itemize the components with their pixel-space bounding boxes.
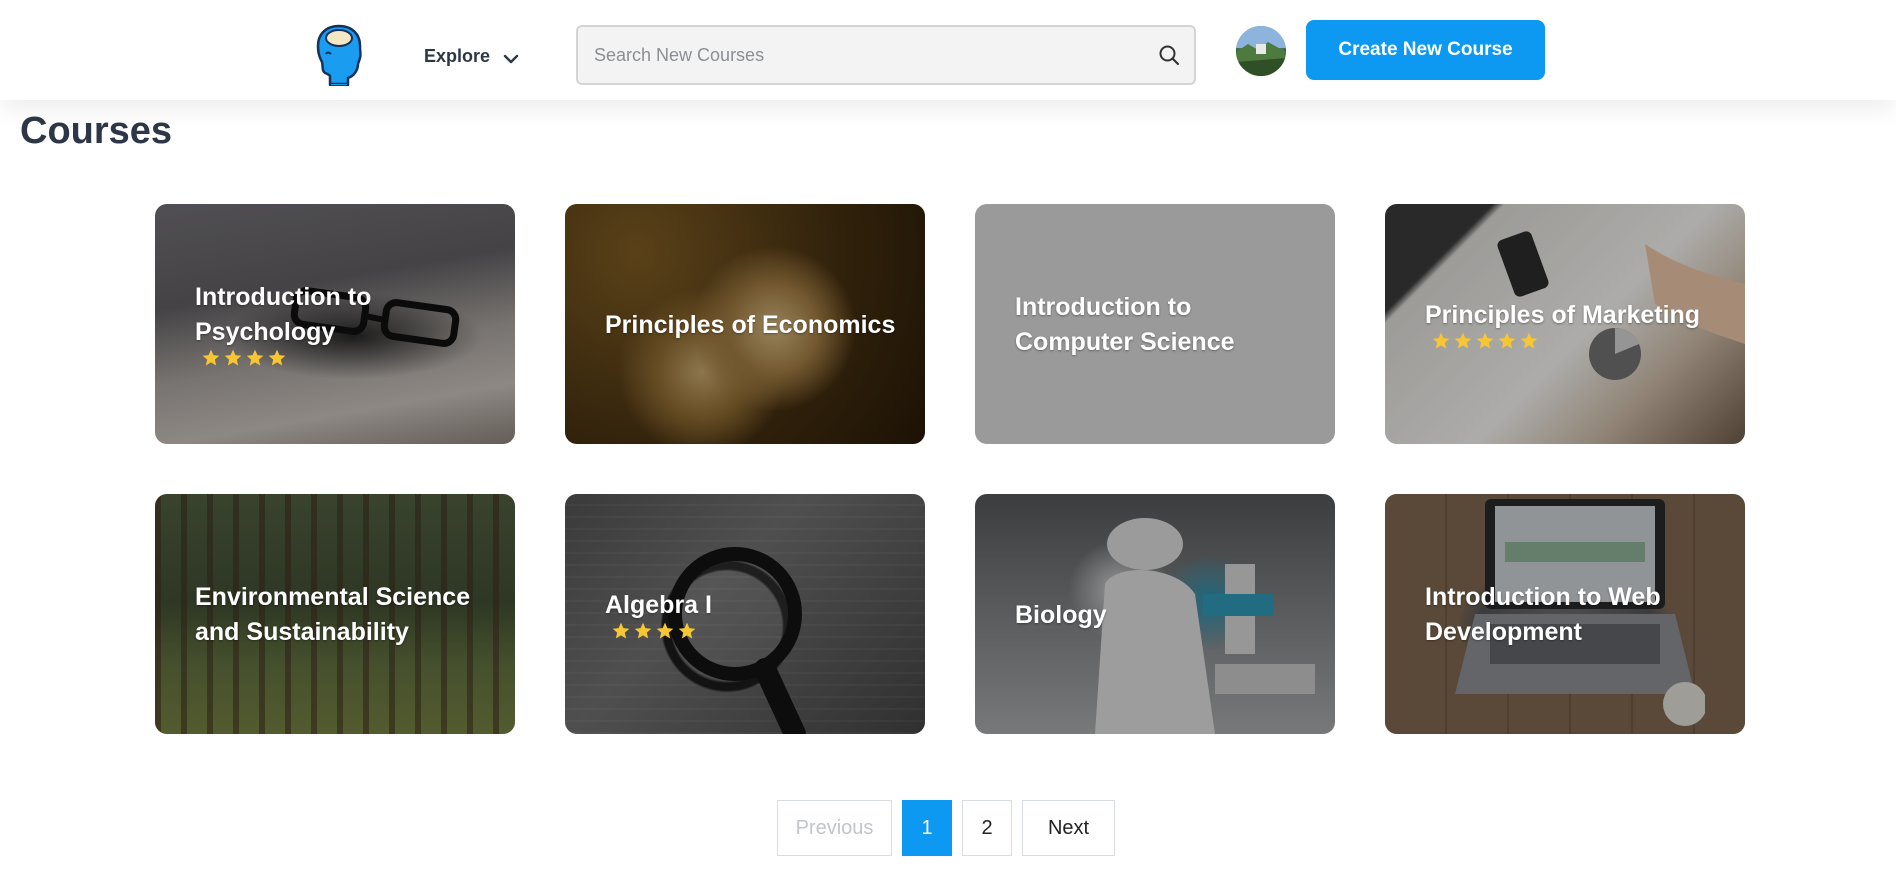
course-card[interactable]: Principles of Marketing	[1385, 204, 1745, 444]
course-title: Introduction to Web Development	[1425, 583, 1661, 646]
course-card[interactable]: Algebra I	[565, 494, 925, 734]
course-card[interactable]: Introduction to Psychology	[155, 204, 515, 444]
search-icon[interactable]	[1158, 44, 1180, 66]
course-title: Introduction to Psychology	[195, 283, 372, 346]
course-title: Introduction to Computer Science	[1015, 293, 1235, 356]
rating-stars	[611, 621, 901, 641]
pagination: Previous 1 2 Next	[777, 800, 1115, 856]
course-title: Environmental Science and Sustainability	[195, 583, 471, 646]
course-title: Biology	[1015, 600, 1107, 629]
star-icon	[268, 349, 286, 366]
star-icon	[1432, 332, 1450, 348]
course-card[interactable]: Environmental Science and Sustainability	[155, 494, 515, 734]
star-icon	[1520, 332, 1538, 348]
course-title: Principles of Economics	[605, 310, 896, 339]
explore-menu[interactable]: Explore	[424, 44, 520, 68]
course-card[interactable]: Biology	[975, 494, 1335, 734]
create-new-course-button[interactable]: Create New Course	[1306, 20, 1545, 80]
page-2-button[interactable]: 2	[962, 800, 1012, 856]
star-icon	[224, 349, 242, 366]
chevron-down-icon	[503, 54, 519, 64]
user-avatar[interactable]	[1236, 26, 1286, 76]
card-content: Introduction to Psychology	[195, 204, 491, 444]
card-content: Introduction to Web Development	[1425, 494, 1721, 734]
star-icon	[202, 349, 220, 366]
rating-stars	[201, 348, 491, 368]
star-icon	[1476, 332, 1494, 348]
star-icon	[246, 349, 264, 366]
search-bar	[576, 25, 1196, 85]
course-card[interactable]: Introduction to Web Development	[1385, 494, 1745, 734]
head-profile-logo-icon[interactable]	[314, 24, 364, 86]
course-title: Principles of Marketing	[1425, 300, 1701, 329]
star-icon	[1454, 332, 1472, 348]
star-icon	[612, 622, 630, 638]
page-1-button[interactable]: 1	[902, 800, 952, 856]
avatar-landscape-icon	[1236, 26, 1286, 76]
course-card[interactable]: Introduction to Computer Science	[975, 204, 1335, 444]
page-title: Courses	[20, 110, 173, 152]
star-icon	[634, 622, 652, 638]
previous-page-button[interactable]: Previous	[777, 800, 892, 856]
card-content: Principles of Economics	[605, 204, 901, 444]
search-input[interactable]	[592, 43, 1148, 67]
card-content: Environmental Science and Sustainability	[195, 494, 491, 734]
next-page-button[interactable]: Next	[1022, 800, 1115, 856]
course-card[interactable]: Principles of Economics	[565, 204, 925, 444]
card-content: Introduction to Computer Science	[1015, 204, 1311, 444]
card-content: Algebra I	[605, 494, 901, 734]
star-icon	[1498, 332, 1516, 348]
course-title: Algebra I	[605, 590, 712, 619]
star-icon	[656, 622, 674, 638]
card-content: Biology	[1015, 494, 1311, 734]
explore-label: Explore	[424, 45, 491, 66]
top-navigation-bar: Explore Create New Course	[0, 0, 1896, 100]
star-icon	[678, 622, 696, 638]
card-content: Principles of Marketing	[1425, 204, 1721, 444]
rating-stars	[1431, 331, 1721, 351]
